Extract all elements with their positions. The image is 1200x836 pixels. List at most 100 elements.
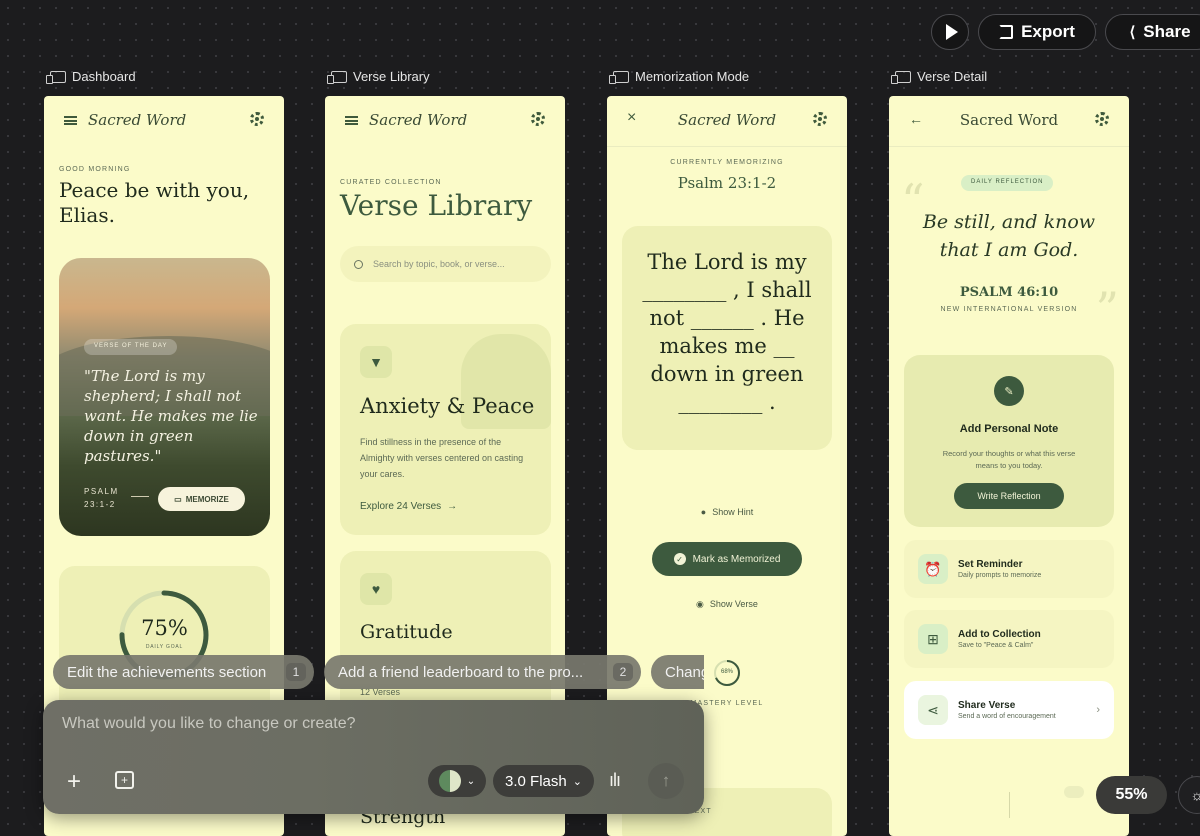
card-title: Gratitude <box>360 621 453 643</box>
app-title: Sacred Word <box>959 111 1059 129</box>
verse-line: ________ . <box>678 390 776 414</box>
share-verse-row[interactable]: ⋖ Share Verse Send a word of encourageme… <box>904 681 1114 739</box>
cloud-icon <box>1064 786 1084 798</box>
header-divider <box>607 146 847 147</box>
app-header: Sacred Word <box>44 96 284 146</box>
suggestion-chip[interactable]: Edit the achievements section 1 <box>53 655 314 689</box>
plant-icon: ▼ <box>360 346 392 378</box>
arrow-right-icon: → <box>447 501 458 512</box>
frame-label-memorization-mode[interactable]: Memorization Mode <box>609 69 749 84</box>
chip-number: 2 <box>613 663 633 681</box>
book-icon: ▭ <box>174 494 182 504</box>
hero-tag: VERSE OF THE DAY <box>84 339 178 355</box>
collection-subtitle: Save to "Peace & Calm" <box>958 642 1034 649</box>
frame-label-verse-library[interactable]: Verse Library <box>327 69 430 84</box>
goal-percent: 75% <box>141 616 188 640</box>
category-card-gratitude[interactable]: ♥ Gratitude 12 Verses <box>340 551 551 721</box>
device-icon <box>46 70 66 84</box>
check-circle-icon: ✓ <box>673 553 686 565</box>
verse-line: ________ , I shall <box>642 278 812 302</box>
personal-note-card: ✎ Add Personal Note Record your thoughts… <box>904 355 1114 527</box>
detail-reference: PSALM 46:10 <box>959 285 1059 300</box>
goal-label: DAILY GOAL <box>145 644 184 650</box>
export-label: Export <box>1021 22 1075 41</box>
verse-reference: Psalm 23:1-2 <box>677 174 777 192</box>
mastery-percent: 68% <box>720 669 733 675</box>
frame-label-dashboard[interactable]: Dashboard <box>46 69 136 84</box>
memorize-button[interactable]: ▭ MEMORIZE <box>158 487 245 511</box>
write-reflection-button[interactable]: Write Reflection <box>954 483 1064 509</box>
voice-input-icon[interactable]: ılı <box>609 770 621 791</box>
blank-verse-card: The Lord is my ________ , I shall not __… <box>622 226 832 450</box>
verse-detail-screen: ← Sacred Word DAILY REFLECTION “ Be stil… <box>889 96 1129 836</box>
header-divider <box>889 146 1129 147</box>
collection-eyebrow: CURATED COLLECTION <box>340 179 442 186</box>
share-icon: ⋖ <box>918 695 948 725</box>
suggestion-chip[interactable]: Chang <box>651 655 704 689</box>
hero-quote: "The Lord is my shepherd; I shall not wa… <box>84 367 258 465</box>
reminder-title: Set Reminder <box>958 559 1023 570</box>
suggestion-chip[interactable]: Add a friend leaderboard to the pro... 2 <box>324 655 641 689</box>
library-title: Verse Library <box>340 189 533 222</box>
reflection-tag: DAILY REFLECTION <box>961 175 1054 191</box>
search-input[interactable]: Search by topic, book, or verse... <box>373 259 505 269</box>
model-selector[interactable]: 3.0 Flash ⌄ <box>493 765 594 797</box>
send-button[interactable]: ↑ <box>648 763 684 799</box>
alarm-icon: ⏰ <box>918 554 948 584</box>
verse-of-day-card[interactable]: VERSE OF THE DAY "The Lord is my shepher… <box>59 258 270 536</box>
theme-selector[interactable]: ⌄ <box>428 765 486 797</box>
share-subtitle: Send a word of encouragement <box>958 713 1056 720</box>
gear-icon[interactable] <box>1095 112 1109 126</box>
share-button[interactable]: ⟨ Share <box>1105 14 1200 50</box>
greeting-eyebrow: GOOD MORNING <box>59 166 131 173</box>
show-hint-button[interactable]: ● Show Hint <box>607 507 847 517</box>
zoom-level[interactable]: 55% <box>1096 776 1167 814</box>
play-button[interactable] <box>931 14 969 50</box>
mark-memorized-button[interactable]: ✓ Mark as Memorized <box>652 542 802 576</box>
add-to-collection-row[interactable]: ⊞ Add to Collection Save to "Peace & Cal… <box>904 610 1114 668</box>
prompt-input[interactable]: What would you like to change or create? <box>62 715 662 733</box>
search-icon <box>354 259 363 269</box>
chevron-down-icon: ⌄ <box>466 775 476 787</box>
device-icon <box>609 70 629 84</box>
detail-quote: Be still, and know that I am God. <box>922 211 1096 261</box>
gear-icon[interactable] <box>813 112 827 126</box>
gear-icon[interactable] <box>250 112 264 126</box>
share-title: Share Verse <box>958 700 1016 711</box>
show-verse-button[interactable]: ◉ Show Verse <box>607 599 847 610</box>
share-icon: ⟨ <box>1129 24 1136 41</box>
set-reminder-row[interactable]: ⏰ Set Reminder Daily prompts to memorize <box>904 540 1114 598</box>
explore-link[interactable]: Explore 24 Verses → <box>360 501 457 512</box>
gear-icon[interactable] <box>531 112 545 126</box>
theme-swatch-icon <box>438 770 461 792</box>
device-icon <box>327 70 347 84</box>
export-button[interactable]: Export <box>978 14 1096 50</box>
memorizing-eyebrow: CURRENTLY MEMORIZING <box>670 159 784 166</box>
prompt-composer: What would you like to change or create?… <box>43 700 704 814</box>
note-title: Add Personal Note <box>959 423 1059 435</box>
collection-title: Add to Collection <box>958 629 1041 640</box>
attach-frame-button[interactable]: + <box>115 771 134 789</box>
add-button[interactable]: + <box>67 768 81 796</box>
card-description: Find stillness in the presence of the Al… <box>360 437 524 479</box>
card-title: Anxiety & Peace <box>360 394 535 418</box>
reminder-subtitle: Daily prompts to memorize <box>958 572 1042 579</box>
verse-line: down in green <box>650 362 804 386</box>
add-box-icon: ⊞ <box>918 624 948 654</box>
chevron-down-icon: ⌄ <box>572 775 582 788</box>
app-header: × Sacred Word <box>607 96 847 146</box>
app-header: ← Sacred Word <box>889 96 1129 146</box>
memorize-label: MEMORIZE <box>185 494 229 504</box>
verse-line: not ______ . He <box>649 306 805 330</box>
chevron-right-icon: › <box>1096 704 1100 716</box>
category-card-anxiety-peace[interactable]: ▼ Anxiety & Peace Find stillness in the … <box>340 324 551 535</box>
app-header: Sacred Word <box>325 96 565 146</box>
export-icon <box>999 25 1014 39</box>
search-bar[interactable]: Search by topic, book, or verse... <box>340 246 551 282</box>
theme-toggle-button[interactable]: ☼ <box>1178 776 1200 814</box>
frame-label-verse-detail[interactable]: Verse Detail <box>891 69 987 84</box>
play-icon <box>945 24 958 40</box>
chip-number: 1 <box>286 663 306 681</box>
device-icon <box>891 70 911 84</box>
verse-line: The Lord is my <box>647 250 807 274</box>
